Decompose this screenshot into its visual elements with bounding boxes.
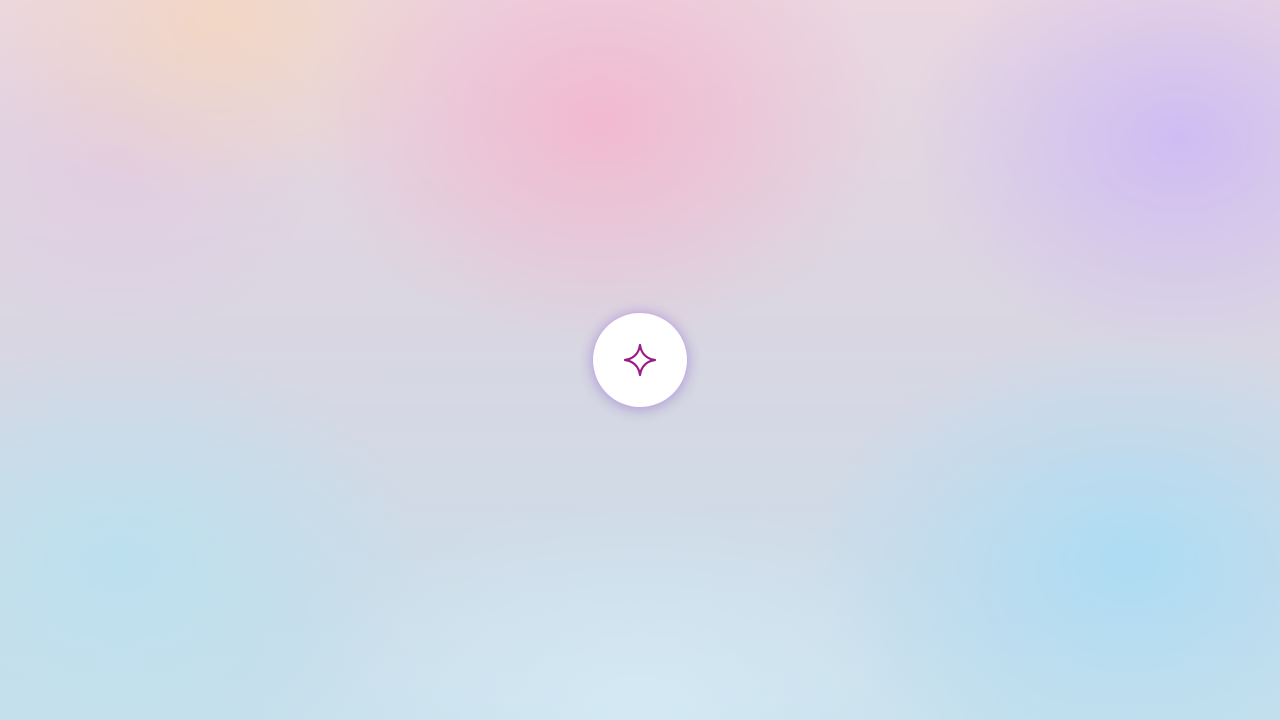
assistant-sparkle-button[interactable] [593,313,687,407]
sparkle-icon [623,343,657,377]
